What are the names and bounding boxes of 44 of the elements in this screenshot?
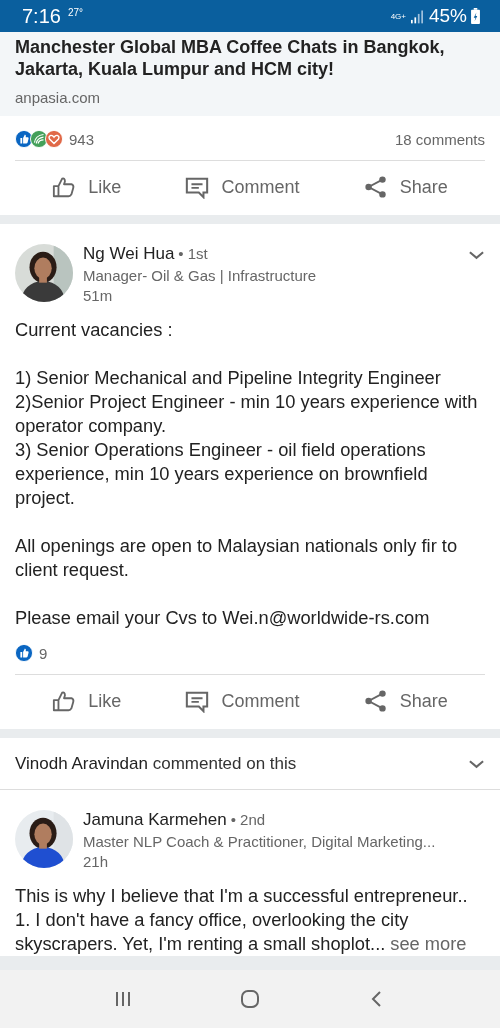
thumbs-up-icon	[52, 175, 77, 199]
chevron-down-icon[interactable]	[468, 250, 485, 260]
comment-icon	[185, 689, 210, 713]
comment-button[interactable]: Comment	[185, 175, 300, 199]
link-domain: anpasia.com	[15, 89, 102, 106]
battery-icon	[471, 8, 480, 24]
comment-icon	[185, 175, 210, 199]
post-text: This is why I believe that I'm a successful entrepreneur.. 1. I don't have a fancy office, overlooking the city skyscrapers. Yet, I'm renting a small shoplot... see more	[15, 884, 469, 956]
share-icon	[363, 175, 388, 199]
reaction-count[interactable]: 943	[69, 130, 95, 148]
post-text: All openings are open to Malaysian nationals only fir to client request.	[15, 534, 459, 582]
love-reaction-icon	[45, 130, 63, 148]
share-icon	[363, 689, 388, 713]
battery-level: 45%	[428, 5, 467, 27]
post-text: Current vacancies :	[15, 318, 174, 342]
like-button[interactable]: Like	[52, 689, 122, 713]
author-name[interactable]: Jamuna Karmehen	[83, 810, 227, 830]
post-time: 21h	[83, 853, 110, 870]
chevron-down-icon[interactable]	[468, 759, 485, 769]
activity-context: Vinodh Aravindan commented on this	[15, 754, 297, 774]
signal-icon	[410, 8, 423, 24]
thumbs-up-icon	[52, 689, 77, 713]
see-more-link[interactable]: see more	[390, 933, 467, 954]
clock-time: 7:16	[22, 4, 61, 28]
share-button[interactable]: Share	[363, 689, 448, 713]
like-button[interactable]: Like	[52, 175, 122, 199]
network-type: 4G+	[390, 11, 406, 21]
comment-button[interactable]: Comment	[185, 689, 300, 713]
link-preview[interactable]: Manchester Global MBA Coffee Chats in Bangkok, Jakarta, Kuala Lumpur and HCM city! anpasia.com	[0, 32, 500, 116]
temperature: 27°	[67, 7, 84, 18]
post-text: 1) Senior Mechanical and Pipeline Integrity Engineer 2)Senior Project Engineer - min 10 years experience with operator company. 3) Senior Operations Engineer - oil field operations experience, min 10 years experience on brownfield project.	[15, 366, 479, 510]
post-time: 51m	[83, 287, 114, 304]
author-name[interactable]: Ng Wei Hua	[83, 244, 175, 264]
share-button[interactable]: Share	[363, 175, 448, 199]
link-title: Manchester Global MBA Coffee Chats in Bangkok, Jakarta, Kuala Lumpur and HCM city!	[15, 36, 446, 80]
like-reaction-icon	[15, 644, 33, 662]
home-icon[interactable]	[240, 989, 260, 1009]
author-headline: Manager- Oil & Gas | Infrastructure	[83, 267, 318, 284]
comment-count[interactable]: 18 comments	[394, 130, 485, 148]
reaction-count[interactable]: 9	[39, 644, 48, 662]
post-text: Please email your Cvs to Wei.n@worldwide-rs.com	[15, 606, 431, 630]
author-headline: Master NLP Coach & Practitioner, Digital Marketing...	[83, 833, 437, 850]
connection-degree: • 1st	[178, 245, 208, 262]
connection-degree: • 2nd	[230, 811, 266, 828]
